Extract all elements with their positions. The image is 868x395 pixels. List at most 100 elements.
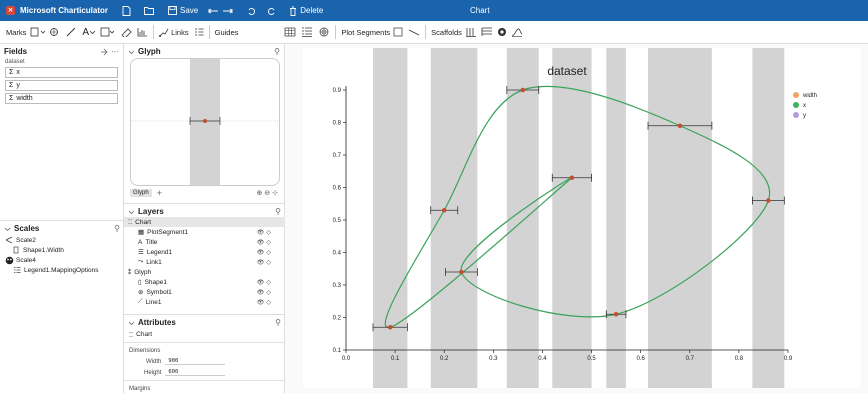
- layer-actions[interactable]: 👁◇: [257, 259, 273, 266]
- pin-icon[interactable]: ⚲: [275, 318, 281, 327]
- data-point[interactable]: [677, 123, 683, 129]
- scaffold-horizontal-icon[interactable]: [465, 27, 477, 37]
- export-button[interactable]: [208, 7, 237, 15]
- y-tick-label[interactable]: 0.8: [333, 121, 342, 127]
- layer-chart[interactable]: ⁚⁚ Chart: [124, 217, 285, 227]
- polar-icon[interactable]: [318, 27, 330, 37]
- width-input[interactable]: 900: [165, 358, 226, 365]
- y-tick-label[interactable]: 0.1: [333, 348, 342, 354]
- save-button[interactable]: Save: [168, 6, 198, 15]
- grid-icon[interactable]: [284, 27, 296, 37]
- x-tick-label[interactable]: 0.2: [440, 356, 449, 362]
- scale-item[interactable]: Scale4: [5, 255, 123, 265]
- scaffold-polar-icon[interactable]: [497, 27, 507, 37]
- data-point[interactable]: [569, 175, 575, 181]
- layer-actions[interactable]: 👁◇: [257, 299, 273, 306]
- text-mark-icon[interactable]: A: [82, 27, 89, 38]
- data-point[interactable]: [766, 198, 771, 203]
- field-x[interactable]: Σx: [5, 67, 118, 78]
- links-button[interactable]: Links: [171, 28, 189, 37]
- y-tick-label[interactable]: 0.9: [333, 88, 342, 94]
- new-button[interactable]: [122, 5, 134, 16]
- more-icon[interactable]: ···: [111, 47, 119, 56]
- data-point[interactable]: [520, 87, 526, 93]
- scale-item[interactable]: Scale2: [5, 235, 123, 245]
- x-tick-label[interactable]: 0.8: [735, 356, 744, 362]
- height-input[interactable]: 600: [165, 369, 226, 376]
- legend-swatch[interactable]: [793, 112, 799, 118]
- glyph-band[interactable]: [445, 48, 478, 388]
- scaffold-curve-icon[interactable]: [511, 27, 523, 37]
- add-glyph-button[interactable]: +: [157, 188, 162, 198]
- glyph-band[interactable]: [552, 48, 592, 388]
- glyph-tab[interactable]: Glyph: [130, 189, 152, 197]
- undo-button[interactable]: [247, 7, 258, 15]
- layer-shape[interactable]: ▯ Shape1 👁◇: [124, 277, 285, 287]
- y-tick-label[interactable]: 0.2: [333, 316, 342, 322]
- chart-title[interactable]: dataset: [547, 64, 587, 78]
- legend-label[interactable]: width: [802, 93, 817, 99]
- glyph-header[interactable]: Glyph ⚲: [124, 44, 284, 59]
- pin-icon[interactable]: ⚲: [114, 224, 120, 233]
- line-mark-icon[interactable]: [65, 27, 77, 37]
- guides-button[interactable]: Guides: [215, 28, 239, 37]
- pin-icon[interactable]: ⚲: [275, 207, 281, 216]
- scaffold-vertical-icon[interactable]: [481, 27, 493, 37]
- glyph-band[interactable]: [606, 48, 626, 388]
- scale-child[interactable]: Shape1.Width: [5, 245, 123, 255]
- glyph-symbol[interactable]: [203, 119, 207, 123]
- layer-actions[interactable]: 👁◇: [257, 279, 273, 286]
- legend-swatch[interactable]: [793, 92, 799, 98]
- rect-mark-icon[interactable]: [30, 27, 46, 37]
- scale-child[interactable]: Legend1.MappingOptions: [5, 265, 123, 275]
- x-tick-label[interactable]: 0.7: [686, 356, 695, 362]
- chart-canvas[interactable]: 0.1 0.2 0.3 0.4 0.5 0.6 0.7 0.8 0.9 0.0 0.1 0.2 0.3…: [285, 44, 868, 393]
- layer-actions[interactable]: 👁◇: [257, 249, 273, 256]
- data-axis-icon[interactable]: [136, 27, 148, 37]
- layer-glyph[interactable]: ⁑ Glyph: [124, 267, 285, 277]
- image-mark-icon[interactable]: [100, 27, 115, 37]
- y-tick-label[interactable]: 0.7: [333, 153, 342, 159]
- x-tick-label[interactable]: 0.9: [784, 356, 793, 362]
- plot-segment-line-icon[interactable]: [408, 27, 420, 37]
- x-tick-label[interactable]: 0.6: [636, 356, 645, 362]
- attributes-header[interactable]: Attributes ⚲: [124, 315, 285, 330]
- link-data-icon[interactable]: [99, 48, 109, 56]
- x-tick-label[interactable]: 0.1: [391, 356, 400, 362]
- layer-legend[interactable]: ☰ Legend1 👁◇: [124, 247, 285, 257]
- zoom-out-icon[interactable]: ⊖: [264, 190, 272, 197]
- data-point[interactable]: [459, 269, 464, 275]
- eraser-icon[interactable]: [120, 27, 132, 37]
- data-point[interactable]: [613, 311, 619, 317]
- glyph-band[interactable]: [648, 48, 712, 388]
- list-layout-icon[interactable]: [301, 27, 313, 37]
- layer-symbol[interactable]: ⊛ Symbol1 👁◇: [124, 287, 285, 297]
- symbol-mark-icon[interactable]: [49, 27, 61, 37]
- layer-line[interactable]: ⟋ Line1 👁◇: [124, 297, 285, 307]
- scales-header[interactable]: Scales ⚲: [0, 221, 124, 236]
- x-tick-label[interactable]: 0.5: [587, 356, 596, 362]
- layer-plotsegment[interactable]: ▦ PlotSegment1 👁◇: [124, 227, 285, 237]
- legend-swatch[interactable]: [793, 102, 799, 108]
- layer-actions[interactable]: 👁◇: [257, 239, 273, 246]
- redo-button[interactable]: [268, 7, 279, 15]
- glyph-editor[interactable]: [130, 58, 280, 186]
- legend-label[interactable]: y: [803, 113, 806, 119]
- layer-actions[interactable]: 👁◇: [257, 229, 273, 236]
- x-tick-label[interactable]: 0.4: [538, 356, 547, 362]
- plot-segment-rect-icon[interactable]: [393, 27, 403, 37]
- y-tick-label[interactable]: 0.5: [333, 218, 342, 224]
- data-point[interactable]: [441, 207, 447, 213]
- pin-icon[interactable]: ⚲: [274, 47, 280, 56]
- layer-link[interactable]: ⤳ Link1 👁◇: [124, 257, 285, 267]
- legend-icon[interactable]: [194, 27, 204, 37]
- legend-label[interactable]: x: [803, 103, 806, 109]
- open-button[interactable]: [144, 6, 158, 16]
- chart-svg[interactable]: 0.10.20.30.40.50.60.70.80.9 0.0 0.1 0.2 0.3…: [285, 44, 868, 393]
- delete-button[interactable]: Delete: [289, 6, 323, 16]
- y-tick-label[interactable]: 0.4: [333, 251, 342, 257]
- x-tick-label[interactable]: 0.3: [489, 356, 498, 362]
- field-width[interactable]: Σwidth: [5, 93, 118, 104]
- y-tick-label[interactable]: 0.3: [333, 283, 342, 289]
- layer-title[interactable]: A Title 👁◇: [124, 237, 285, 247]
